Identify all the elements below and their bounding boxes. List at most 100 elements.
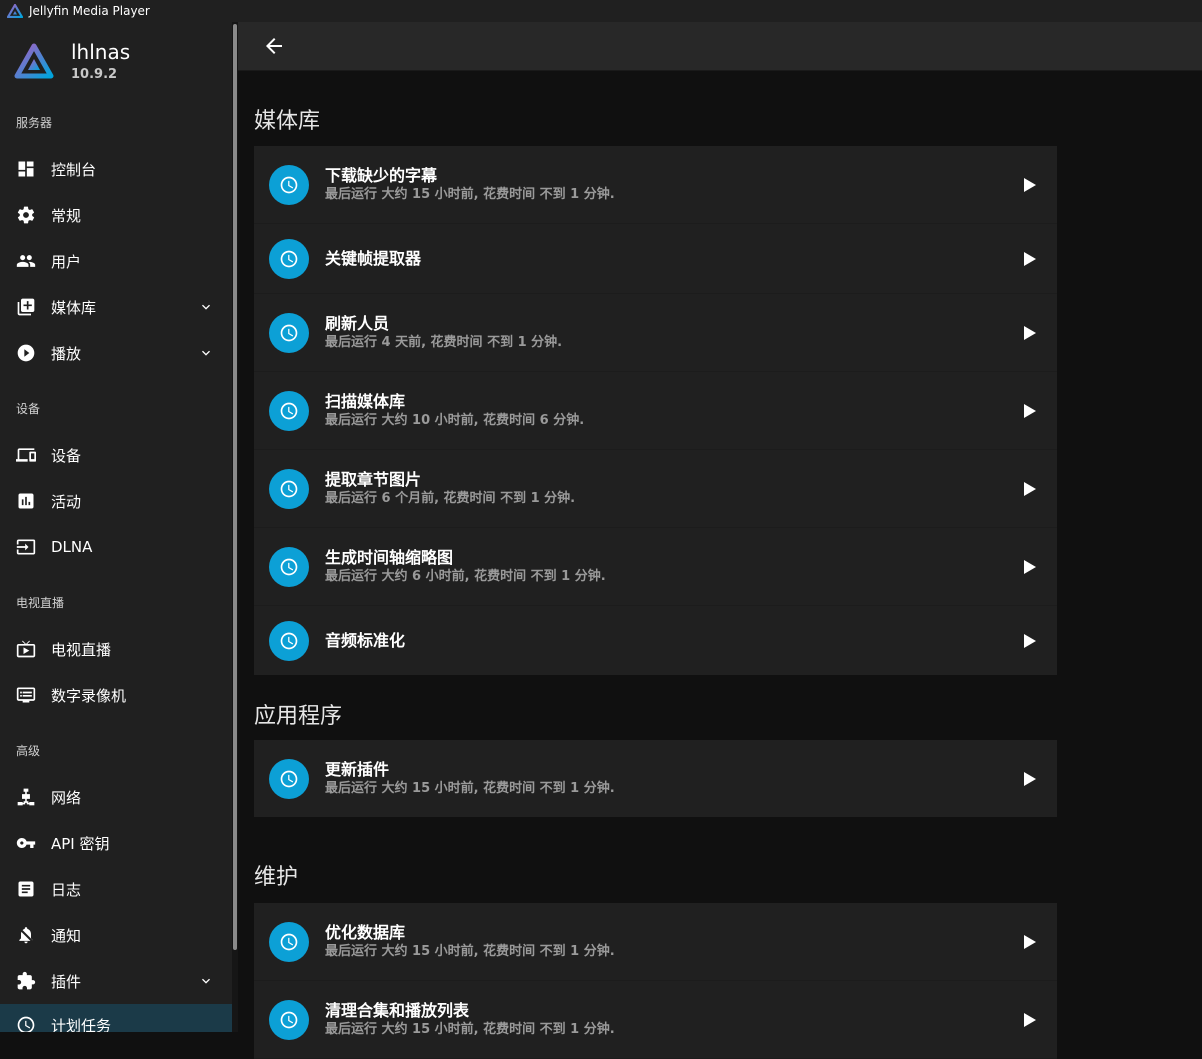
play-icon[interactable] xyxy=(1023,177,1037,193)
sidebar-scrollbar-thumb[interactable] xyxy=(233,24,237,950)
sidebar: lhlnas 10.9.2 服务器 控制台 常规 用户 媒体库 播放 设备 设备… xyxy=(0,22,232,1032)
puzzle-icon xyxy=(16,971,36,991)
gear-icon xyxy=(16,205,36,225)
sidebar-item-notifications[interactable]: 通知 xyxy=(0,914,232,956)
sidebar-item-label: 媒体库 xyxy=(51,298,97,317)
sidebar-item-logs[interactable]: 日志 xyxy=(0,868,232,910)
sidebar-item-plugins[interactable]: 插件 xyxy=(0,960,232,1002)
task-item[interactable]: 生成时间轴缩略图 最后运行 大约 6 小时前, 花费时间 不到 1 分钟. xyxy=(254,528,1057,606)
play-icon[interactable] xyxy=(1023,1012,1037,1028)
notification-icon xyxy=(16,925,36,945)
group-title-application: 应用程序 xyxy=(254,704,343,729)
section-label-devices: 设备 xyxy=(16,402,41,416)
chevron-down-icon[interactable] xyxy=(198,299,214,315)
sidebar-item-libraries[interactable]: 媒体库 xyxy=(0,286,232,328)
play-icon[interactable] xyxy=(1023,403,1037,419)
task-status: 最后运行 大约 15 小时前, 花费时间 不到 1 分钟. xyxy=(325,1022,615,1037)
task-name: 优化数据库 xyxy=(325,923,406,942)
sidebar-item-label: 日志 xyxy=(51,880,82,899)
play-icon[interactable] xyxy=(1023,633,1037,649)
task-item[interactable]: 下载缺少的字幕 最后运行 大约 15 小时前, 花费时间 不到 1 分钟. xyxy=(254,146,1057,224)
task-item[interactable]: 清理合集和播放列表 最后运行 大约 15 小时前, 花费时间 不到 1 分钟. xyxy=(254,981,1057,1059)
page-header xyxy=(238,22,1202,71)
sidebar-item-label: 播放 xyxy=(51,344,82,363)
play-icon[interactable] xyxy=(1023,325,1037,341)
sidebar-item-playback[interactable]: 播放 xyxy=(0,332,232,374)
sidebar-item-devices[interactable]: 设备 xyxy=(0,434,232,476)
section-label-advanced: 高级 xyxy=(16,744,41,758)
users-icon xyxy=(16,251,36,271)
live-tv-icon xyxy=(16,639,36,659)
clock-icon xyxy=(269,546,309,587)
jellyfin-logo-icon xyxy=(14,43,54,79)
task-item[interactable]: 优化数据库 最后运行 大约 15 小时前, 花费时间 不到 1 分钟. xyxy=(254,903,1057,981)
task-status: 最后运行 大约 15 小时前, 花费时间 不到 1 分钟. xyxy=(325,187,615,202)
jellyfin-logo-icon xyxy=(7,4,23,18)
sidebar-item-api-keys[interactable]: API 密钥 xyxy=(0,822,232,864)
sidebar-item-label: 电视直播 xyxy=(51,640,112,659)
task-status: 最后运行 大约 10 小时前, 花费时间 6 分钟. xyxy=(325,413,585,428)
sidebar-item-scheduled-tasks[interactable]: 计划任务 xyxy=(0,1004,232,1032)
task-name: 关键帧提取器 xyxy=(325,249,422,268)
clock-icon xyxy=(269,999,309,1040)
input-icon xyxy=(16,537,36,557)
sidebar-item-label: 数字录像机 xyxy=(51,686,127,705)
task-name: 清理合集和播放列表 xyxy=(325,1001,470,1020)
play-icon[interactable] xyxy=(1023,934,1037,950)
task-name: 刷新人员 xyxy=(325,314,390,333)
task-name: 更新插件 xyxy=(325,760,390,779)
play-icon[interactable] xyxy=(1023,251,1037,267)
task-name: 扫描媒体库 xyxy=(325,392,406,411)
task-item[interactable]: 关键帧提取器 xyxy=(254,224,1057,294)
sidebar-item-livetv[interactable]: 电视直播 xyxy=(0,628,232,670)
sidebar-item-label: 常规 xyxy=(51,206,82,225)
chevron-down-icon[interactable] xyxy=(198,345,214,361)
task-list-application: 更新插件 最后运行 大约 15 小时前, 花费时间 不到 1 分钟. xyxy=(254,740,1057,817)
clock-icon xyxy=(16,1015,36,1032)
clock-icon xyxy=(269,164,309,205)
section-label-server: 服务器 xyxy=(16,116,53,130)
clock-icon xyxy=(269,620,309,661)
window-titlebar: Jellyfin Media Player xyxy=(0,0,1202,22)
task-item[interactable]: 刷新人员 最后运行 4 天前, 花费时间 不到 1 分钟. xyxy=(254,294,1057,372)
server-info[interactable]: lhlnas 10.9.2 xyxy=(14,40,130,84)
task-item[interactable]: 更新插件 最后运行 大约 15 小时前, 花费时间 不到 1 分钟. xyxy=(254,740,1057,817)
task-list-library: 下载缺少的字幕 最后运行 大约 15 小时前, 花费时间 不到 1 分钟. 关键… xyxy=(254,146,1057,675)
task-name: 音频标准化 xyxy=(325,631,406,650)
back-arrow-icon[interactable] xyxy=(262,34,286,58)
play-circle-icon xyxy=(16,343,36,363)
library-add-icon xyxy=(16,297,36,317)
sidebar-item-label: 用户 xyxy=(51,252,82,271)
clock-icon xyxy=(269,390,309,431)
task-item[interactable]: 扫描媒体库 最后运行 大约 10 小时前, 花费时间 6 分钟. xyxy=(254,372,1057,450)
sidebar-item-users[interactable]: 用户 xyxy=(0,240,232,282)
devices-icon xyxy=(16,445,36,465)
group-title-maintenance: 维护 xyxy=(254,865,299,890)
task-item[interactable]: 音频标准化 xyxy=(254,606,1057,675)
sidebar-item-network[interactable]: 网络 xyxy=(0,776,232,818)
sidebar-item-activity[interactable]: 活动 xyxy=(0,480,232,522)
play-icon[interactable] xyxy=(1023,559,1037,575)
key-icon xyxy=(16,833,36,853)
sidebar-item-label: 通知 xyxy=(51,926,82,945)
network-icon xyxy=(16,787,36,807)
task-status: 最后运行 6 个月前, 花费时间 不到 1 分钟. xyxy=(325,491,576,506)
play-icon[interactable] xyxy=(1023,771,1037,787)
section-label-livetv: 电视直播 xyxy=(16,596,65,610)
clock-icon xyxy=(269,921,309,962)
sidebar-item-dvr[interactable]: 数字录像机 xyxy=(0,674,232,716)
sidebar-item-general[interactable]: 常规 xyxy=(0,194,232,236)
activity-icon xyxy=(16,491,36,511)
sidebar-item-label: 控制台 xyxy=(51,160,97,179)
sidebar-item-label: 网络 xyxy=(51,788,82,807)
clock-icon xyxy=(269,468,309,509)
play-icon[interactable] xyxy=(1023,481,1037,497)
sidebar-item-dlna[interactable]: DLNA xyxy=(0,526,232,568)
dvr-icon xyxy=(16,685,36,705)
log-icon xyxy=(16,879,36,899)
task-name: 生成时间轴缩略图 xyxy=(325,548,454,567)
sidebar-item-label: API 密钥 xyxy=(51,834,110,853)
sidebar-item-dashboard[interactable]: 控制台 xyxy=(0,148,232,190)
task-item[interactable]: 提取章节图片 最后运行 6 个月前, 花费时间 不到 1 分钟. xyxy=(254,450,1057,528)
chevron-down-icon[interactable] xyxy=(198,973,214,989)
